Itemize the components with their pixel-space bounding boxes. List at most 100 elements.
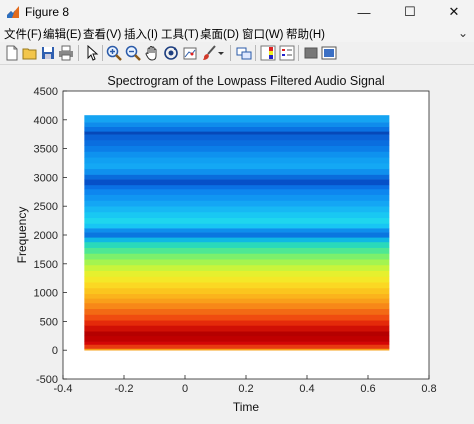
spectrogram-band <box>84 122 390 128</box>
spectrogram-band <box>84 217 390 224</box>
spectrogram-band <box>84 115 390 123</box>
spectrogram-band <box>84 232 390 238</box>
spectrogram-band <box>84 168 390 175</box>
menu-collapse-icon[interactable]: ⌄ <box>458 26 468 40</box>
spectrogram-band <box>84 282 390 289</box>
rotate-3d-icon[interactable] <box>163 45 179 61</box>
y-tick-label: 2000 <box>34 230 58 242</box>
spectrogram-band <box>84 145 390 152</box>
y-axis-label: Frequency <box>15 207 29 264</box>
toolbar-separator <box>298 45 299 61</box>
close-icon: ✕ <box>448 4 460 19</box>
menu-view[interactable]: 查看(V) <box>83 26 121 42</box>
new-figure-icon[interactable] <box>4 45 20 61</box>
edit-plot-arrow-icon[interactable] <box>84 45 100 61</box>
y-tick-label: 0 <box>52 345 58 357</box>
minimize-button[interactable]: — <box>342 0 386 24</box>
spectrogram-band <box>84 320 390 326</box>
y-tick-label: 3500 <box>34 144 58 156</box>
spectrogram-band <box>84 247 390 254</box>
spectrogram-band <box>84 293 390 299</box>
spectrogram-band <box>84 325 390 332</box>
x-tick-label: 0.6 <box>360 383 375 395</box>
menu-file[interactable]: 文件(F) <box>4 26 42 42</box>
spectrogram-band <box>84 276 390 283</box>
figure-toolbar <box>0 42 474 65</box>
menu-help[interactable]: 帮助(H) <box>286 26 325 42</box>
spectrogram-plot[interactable]: -0.4 -0.2 0 0.2 0.4 0.6 0.8 -50005001000150020… <box>0 65 474 419</box>
spectrogram-band <box>84 134 390 141</box>
y-axis-ticks: -500 0 500 1000 1500 2000 2500 3000 3500 4000 4500 <box>34 86 67 386</box>
show-plot-tools-icon[interactable] <box>321 45 337 61</box>
spectrogram-band <box>84 211 390 219</box>
brush-dropdown-icon[interactable] <box>217 45 225 61</box>
matlab-figure-icon <box>7 6 19 18</box>
spectrogram-band <box>84 341 390 345</box>
spectrogram-band <box>84 188 390 195</box>
x-tick-label: 0 <box>182 383 188 395</box>
spectrogram-band <box>84 139 390 147</box>
y-tick-label: -500 <box>36 374 58 386</box>
pan-hand-icon[interactable] <box>144 45 160 61</box>
spectrogram-band <box>84 287 390 295</box>
zoom-in-icon[interactable] <box>106 45 122 61</box>
toolbar-separator <box>230 45 231 61</box>
y-tick-label: 1000 <box>34 288 58 300</box>
zoom-out-icon[interactable] <box>125 45 141 61</box>
legend-icon[interactable] <box>279 45 295 61</box>
hide-plot-tools-icon[interactable] <box>303 45 319 61</box>
spectrogram-band <box>84 241 390 248</box>
x-axis-label: Time <box>233 400 260 414</box>
spectrogram-band <box>84 206 390 213</box>
spectrogram-band <box>84 179 390 186</box>
maximize-button[interactable]: ☐ <box>388 0 432 24</box>
brush-icon[interactable] <box>201 45 217 61</box>
spectrogram-band <box>84 200 390 207</box>
spectrogram-band <box>84 184 390 190</box>
menu-edit[interactable]: 编辑(E) <box>43 26 81 42</box>
window-titlebar: Figure 8 — ☐ ✕ <box>0 0 474 24</box>
spectrogram-band <box>84 264 390 272</box>
spectrogram-band <box>84 335 390 342</box>
spectrogram-band <box>84 223 390 229</box>
x-tick-label: -0.2 <box>115 383 134 395</box>
spectrogram-band <box>84 308 390 315</box>
window-title: Figure 8 <box>25 5 70 19</box>
maximize-icon: ☐ <box>404 4 416 19</box>
menu-bar: 文件(F) 编辑(E) 查看(V) 插入(I) 工具(T) 桌面(D) 窗口(W… <box>0 24 474 42</box>
toolbar-separator <box>255 45 256 61</box>
y-tick-label: 1500 <box>34 259 58 271</box>
spectrogram-band <box>84 259 390 266</box>
y-tick-label: 500 <box>40 316 58 328</box>
link-plot-icon[interactable] <box>236 45 252 61</box>
spectrogram-band <box>84 298 390 304</box>
menu-insert[interactable]: 插入(I) <box>124 26 158 42</box>
spectrogram-band <box>84 331 390 337</box>
spectrogram-band <box>84 348 390 351</box>
spectrogram-bands <box>84 115 390 351</box>
spectrogram-band <box>84 302 390 310</box>
spectrogram-band <box>84 253 390 260</box>
x-tick-label: 0.8 <box>421 383 436 395</box>
save-icon[interactable] <box>40 45 56 61</box>
toolbar-separator <box>78 45 79 61</box>
data-cursor-icon[interactable] <box>182 45 198 61</box>
spectrogram-band <box>84 194 390 201</box>
spectrogram-band <box>84 151 390 158</box>
spectrogram-band <box>84 237 390 243</box>
figure-canvas: -0.4 -0.2 0 0.2 0.4 0.6 0.8 -500 0 500 1000 1500 20… <box>0 65 474 419</box>
colorbar-icon[interactable] <box>260 45 276 61</box>
close-button[interactable]: ✕ <box>432 0 474 24</box>
menu-desktop[interactable]: 桌面(D) <box>200 26 239 42</box>
spectrogram-band <box>84 344 390 349</box>
open-file-icon[interactable] <box>22 45 38 61</box>
spectrogram-band <box>84 163 390 170</box>
x-tick-label: 0.2 <box>238 383 253 395</box>
spectrogram-band <box>84 270 390 277</box>
menu-window[interactable]: 窗口(W) <box>242 26 284 42</box>
chart-title: Spectrogram of the Lowpass Filtered Audi… <box>107 74 384 88</box>
y-tick-label: 3000 <box>34 172 58 184</box>
menu-tools[interactable]: 工具(T) <box>161 26 199 42</box>
spectrogram-band <box>84 314 390 321</box>
print-icon[interactable] <box>58 45 74 61</box>
